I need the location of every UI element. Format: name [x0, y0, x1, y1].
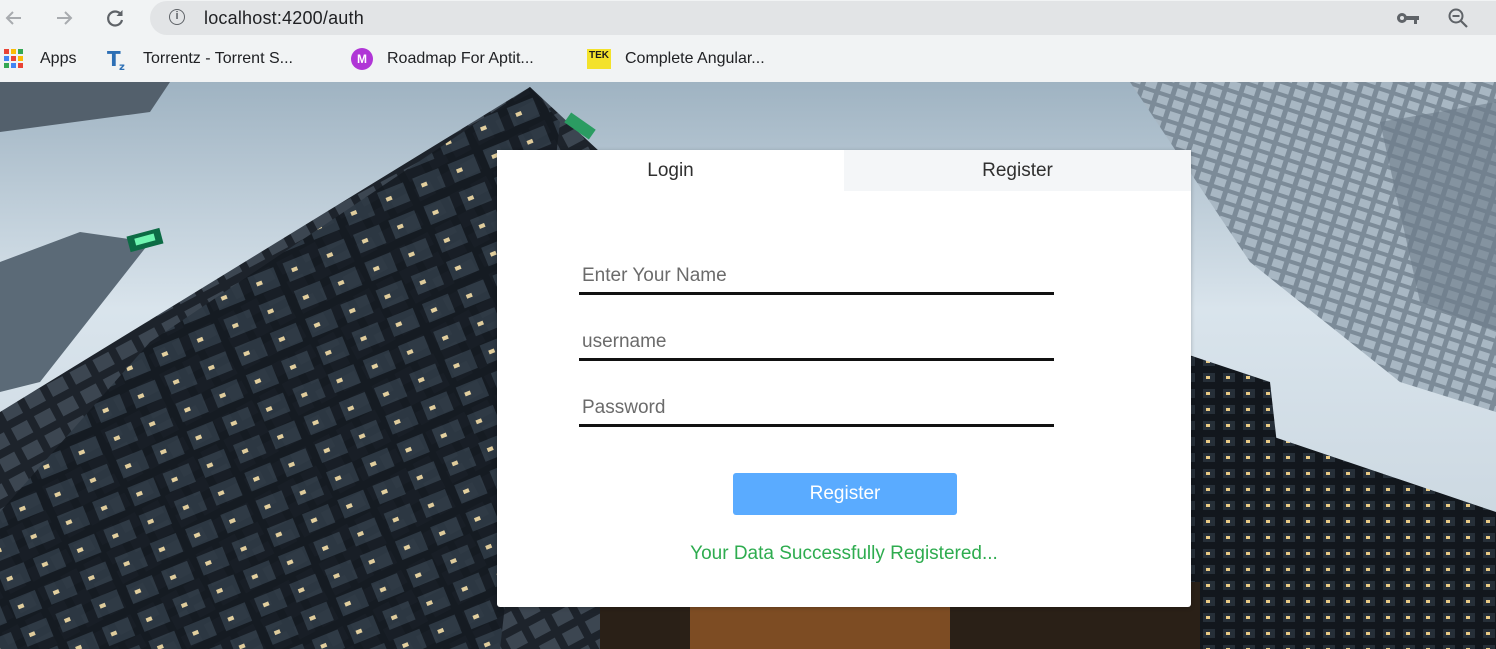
tek-icon: TEK	[587, 49, 611, 69]
auth-card: Login Register Register Your Data Succes…	[497, 150, 1191, 607]
tab-login[interactable]: Login	[497, 150, 844, 191]
zoom-out-icon[interactable]	[1446, 7, 1470, 29]
bookmark-apps[interactable]: Apps	[4, 48, 76, 70]
torrentz-icon: Tz	[107, 47, 125, 73]
m-circle-icon: M	[351, 48, 373, 70]
name-input[interactable]	[579, 259, 1054, 295]
reload-icon[interactable]	[101, 4, 129, 32]
success-message: Your Data Successfully Registered...	[690, 543, 998, 564]
register-button[interactable]: Register	[733, 473, 957, 515]
username-input[interactable]	[579, 325, 1054, 361]
browser-toolbar: i localhost:4200/auth	[0, 0, 1496, 38]
back-icon[interactable]	[0, 4, 28, 32]
bookmark-torrentz[interactable]: Tz Torrentz - Torrent S...	[107, 47, 293, 73]
bookmarks-bar: Apps Tz Torrentz - Torrent S... M Roadma…	[0, 38, 1496, 82]
tab-register[interactable]: Register	[844, 150, 1191, 191]
bookmark-label: Complete Angular...	[625, 50, 765, 67]
url-text[interactable]: localhost:4200/auth	[204, 8, 364, 29]
password-input[interactable]	[579, 391, 1054, 427]
bookmark-label: Apps	[40, 50, 77, 67]
info-icon[interactable]: i	[169, 9, 185, 25]
bookmark-angular[interactable]: TEK Complete Angular...	[587, 48, 765, 70]
bookmark-label: Roadmap For Aptit...	[387, 50, 534, 67]
bookmark-label: Torrentz - Torrent S...	[143, 50, 293, 67]
bookmark-roadmap[interactable]: M Roadmap For Aptit...	[351, 48, 534, 70]
forward-icon[interactable]	[50, 4, 78, 32]
apps-grid-icon	[4, 48, 26, 70]
auth-tabs: Login Register	[497, 150, 1191, 191]
address-bar[interactable]: i localhost:4200/auth	[150, 1, 1496, 35]
key-icon[interactable]	[1396, 7, 1420, 29]
browser-chrome: i localhost:4200/auth Apps Tz Torrentz -…	[0, 0, 1496, 83]
page-viewport: Login Register Register Your Data Succes…	[0, 82, 1496, 649]
